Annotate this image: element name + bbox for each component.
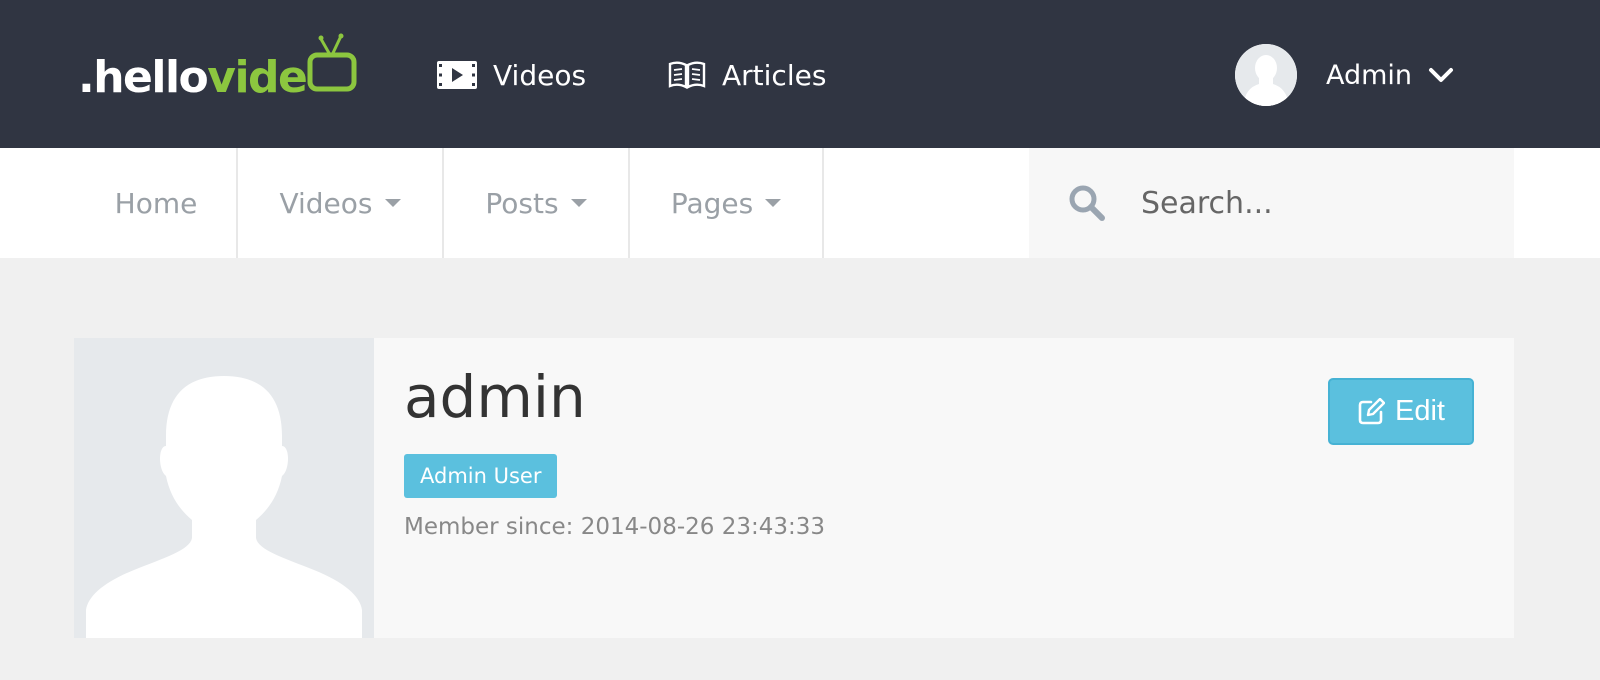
subnav-pages-dropdown[interactable]: Pages (630, 148, 824, 258)
hellovideo-logo[interactable]: .hello vide (78, 33, 357, 100)
subnav-videos-dropdown[interactable]: Videos (238, 148, 444, 258)
subnav-posts-label: Posts (485, 186, 559, 220)
profile-avatar-placeholder (74, 338, 374, 638)
search-icon[interactable] (1067, 183, 1107, 223)
secondary-nav: Home Videos Posts Pages (0, 148, 1600, 258)
user-avatar-icon (1235, 44, 1297, 106)
logo-text: .hello vide (78, 33, 357, 100)
subnav-pages-label: Pages (670, 186, 754, 220)
edit-button-label: Edit (1395, 395, 1445, 427)
role-badge: Admin User (404, 454, 558, 498)
edit-icon (1357, 397, 1385, 426)
logo-prefix: .hello (78, 52, 209, 103)
subnav-home[interactable]: Home (0, 148, 238, 258)
topnav-videos[interactable]: Videos (437, 52, 586, 98)
profile-card: admin Admin User Member since: 2014-08-2… (74, 338, 1514, 638)
user-menu[interactable]: Admin (1235, 44, 1454, 106)
member-since-text: Member since: 2014-08-26 23:43:33 (404, 514, 825, 540)
search-input[interactable] (1141, 185, 1481, 221)
topnav-videos-label: Videos (493, 58, 587, 92)
topnav-articles-label: Articles (722, 58, 827, 92)
caret-down-icon (765, 199, 782, 207)
subnav-videos-label: Videos (279, 186, 373, 220)
search-box (1029, 148, 1514, 258)
book-icon (668, 61, 706, 89)
edit-profile-button[interactable]: Edit (1328, 378, 1474, 445)
subnav-posts-dropdown[interactable]: Posts (444, 148, 630, 258)
topnav-articles[interactable]: Articles (668, 52, 826, 98)
subnav-home-label: Home (114, 186, 198, 220)
chevron-down-icon (1428, 60, 1454, 91)
user-name: Admin (1326, 59, 1413, 91)
profile-username: admin (404, 363, 586, 431)
caret-down-icon (384, 199, 401, 207)
tv-icon (307, 33, 357, 103)
top-bar: .hello vide Videos Articles Admin (0, 0, 1600, 148)
film-icon (437, 61, 477, 89)
caret-down-icon (570, 199, 587, 207)
logo-suffix: vide (207, 52, 308, 103)
